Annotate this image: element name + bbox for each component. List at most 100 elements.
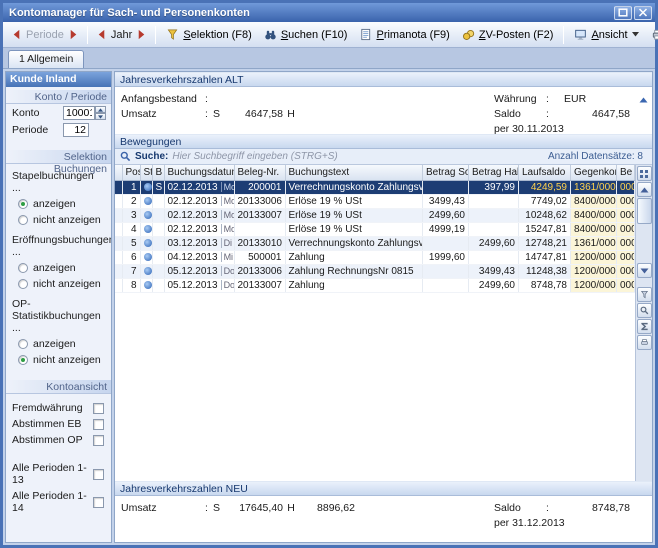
drucken-button[interactable]: Drucken [645,25,658,44]
col-betrag-haben[interactable]: Betrag Haben [469,165,519,180]
umsatz-alt-soll-value: 4647,58 [227,108,283,120]
window-title: Kontomanager für Sach- und Personenkonte… [9,7,612,19]
table-row[interactable]: 3 02.12.2013Mo 20133007 Erlöse 19 % USt … [115,208,635,222]
per-date-neu: per 31.12.2013 [494,517,630,529]
col-laufsaldo[interactable]: Laufsaldo [519,165,571,180]
periode-input[interactable] [63,123,89,137]
tab-allgemein[interactable]: 1 Allgemein [8,50,84,68]
col-marker[interactable] [115,165,122,180]
umsatz-alt-label: Umsatz [121,108,205,120]
abstimmen-eb-label: Abstimmen EB [12,418,93,430]
close-button[interactable] [634,6,652,20]
maximize-icon [618,8,628,17]
toolbar: Periode Jahr Selektion (F8) Suchen (F10)… [3,22,655,48]
table-row[interactable]: 5 03.12.2013Di 20133010 Verrechnungskont… [115,236,635,250]
fremdwaehrung-label: Fremdwährung [12,402,93,414]
section-header-konto-periode: Konto / Periode [6,90,111,104]
col-st[interactable]: St [140,165,152,180]
table-row[interactable]: 8 05.12.2013Do 20133007 Zahlung 2499,60 … [115,278,635,292]
per-date-alt: per 30.11.2013 [494,123,630,135]
stapel-anzeigen-radio[interactable] [18,199,28,209]
scrollbar-thumb[interactable] [637,198,652,224]
op-nicht-anzeigen-radio[interactable] [18,355,28,365]
abstimmen-eb-checkbox[interactable] [93,419,104,430]
stapelbuchungen-label: Stapelbuchungen ... [6,164,111,196]
op-anzeigen-radio[interactable] [18,339,28,349]
col-buchungsdatum[interactable]: Buchungsdatum [164,165,234,180]
collapse-panel-button[interactable] [638,91,649,102]
konto-spin-down-button[interactable] [95,113,106,120]
neu-right: Saldo : 8748,78 per 31.12.2013 [494,500,644,540]
arrow-right-icon [67,28,80,41]
ansicht-button[interactable]: Ansicht [568,25,644,44]
table-row[interactable]: 4 02.12.2013Mo Erlöse 19 % USt 4999,19 1… [115,222,635,236]
alle-perioden-13-label: Alle Perioden 1-13 [12,462,93,486]
eroeffnung-anzeigen-label: anzeigen [33,262,76,274]
search-icon [120,151,131,162]
grid-filter-button[interactable] [637,287,652,302]
stapel-nicht-anzeigen-radio[interactable] [18,215,28,225]
section-header-kontoansicht: Kontoansicht [6,380,111,394]
colon: : [205,93,213,105]
konto-spin-up-button[interactable] [95,106,106,113]
grid-print-button[interactable] [637,335,652,350]
account-header: Kunde Inland [6,72,111,87]
abstimmen-op-checkbox[interactable] [93,435,104,446]
stapel-anzeigen-label: anzeigen [33,198,76,210]
col-b[interactable]: B [152,165,164,180]
col-betrag-soll[interactable]: Betrag Soll [423,165,469,180]
periode-prev-button[interactable] [7,25,26,44]
fremdwaehrung-checkbox[interactable] [93,403,104,414]
table-row[interactable]: 7 05.12.2013Do 20133006 Zahlung Rechnung… [115,264,635,278]
section-header-jahresverkehrszahlen-alt: Jahresverkehrszahlen ALT [115,72,652,87]
filter-funnel-icon [640,290,649,299]
periode-next-button[interactable] [64,25,83,44]
primanota-button[interactable]: Primanota (F9) [353,25,455,44]
konto-input[interactable] [63,106,95,120]
colon: : [546,93,556,105]
scrollbar-down-button[interactable] [637,263,652,278]
scrollbar-up-button[interactable] [637,182,652,197]
grid-header-row: Pos St B Buchungsdatum Beleg-Nr. Buchung… [115,165,635,180]
status-ball-icon [144,197,152,205]
app-window: Kontomanager für Sach- und Personenkonte… [0,0,658,548]
document-icon [359,28,372,41]
alt-left: Anfangsbestand : Umsatz : S 4647,58 H [121,91,355,132]
alle-perioden-13-checkbox[interactable] [93,469,104,480]
table-row[interactable]: 2 02.12.2013Mo 20133006 Erlöse 19 % USt … [115,194,635,208]
bookings-table: Pos St B Buchungsdatum Beleg-Nr. Buchung… [115,165,635,293]
col-beleg-nr[interactable]: Beleg-Nr. [234,165,285,180]
op-statistikbuchungen-label: OP-Statistikbuchungen ... [6,292,111,336]
col-gegenkonto[interactable]: Gegenkonto [571,165,617,180]
alle-perioden-14-checkbox[interactable] [93,497,104,508]
eroeffnung-anzeigen-radio[interactable] [18,263,28,273]
filter-funnel-icon [166,28,179,41]
status-ball-icon [144,267,152,275]
grid-sum-button[interactable] [637,319,652,334]
col-pos[interactable]: Pos [122,165,140,180]
colon: : [205,502,213,514]
main-panel: Jahresverkehrszahlen ALT Anfangsbestand … [114,71,653,543]
table-row[interactable]: 6 04.12.2013Mi 500001 Zahlung 1999,60 14… [115,250,635,264]
eroeffnung-nicht-anzeigen-radio[interactable] [18,279,28,289]
jahresverkehrszahlen-alt-panel: Anfangsbestand : Umsatz : S 4647,58 H [115,87,652,134]
col-be[interactable]: Be [617,165,635,180]
coins-icon [462,28,475,41]
table-row[interactable]: 1 S 02.12.2013Mo 200001 Verrechnungskont… [115,180,635,194]
col-buchungstext[interactable]: Buchungstext [285,165,423,180]
grid-search-button[interactable] [637,303,652,318]
option-row: nicht anzeigen [6,352,111,368]
search-input[interactable] [172,151,544,162]
jahr-prev-button[interactable] [92,25,111,44]
selektion-button[interactable]: Selektion (F8) [160,25,257,44]
colon: : [205,108,213,120]
periode-label: Periode [26,29,64,41]
maximize-button[interactable] [614,6,632,20]
colon: : [546,108,556,120]
suchen-button[interactable]: Suchen (F10) [258,25,354,44]
jahr-next-button[interactable] [132,25,151,44]
abstimmen-eb-row: Abstimmen EB [6,416,111,432]
column-options-button[interactable] [637,166,652,181]
option-row: nicht anzeigen [6,212,111,228]
zv-posten-button[interactable]: ZV-Posten (F2) [456,25,560,44]
